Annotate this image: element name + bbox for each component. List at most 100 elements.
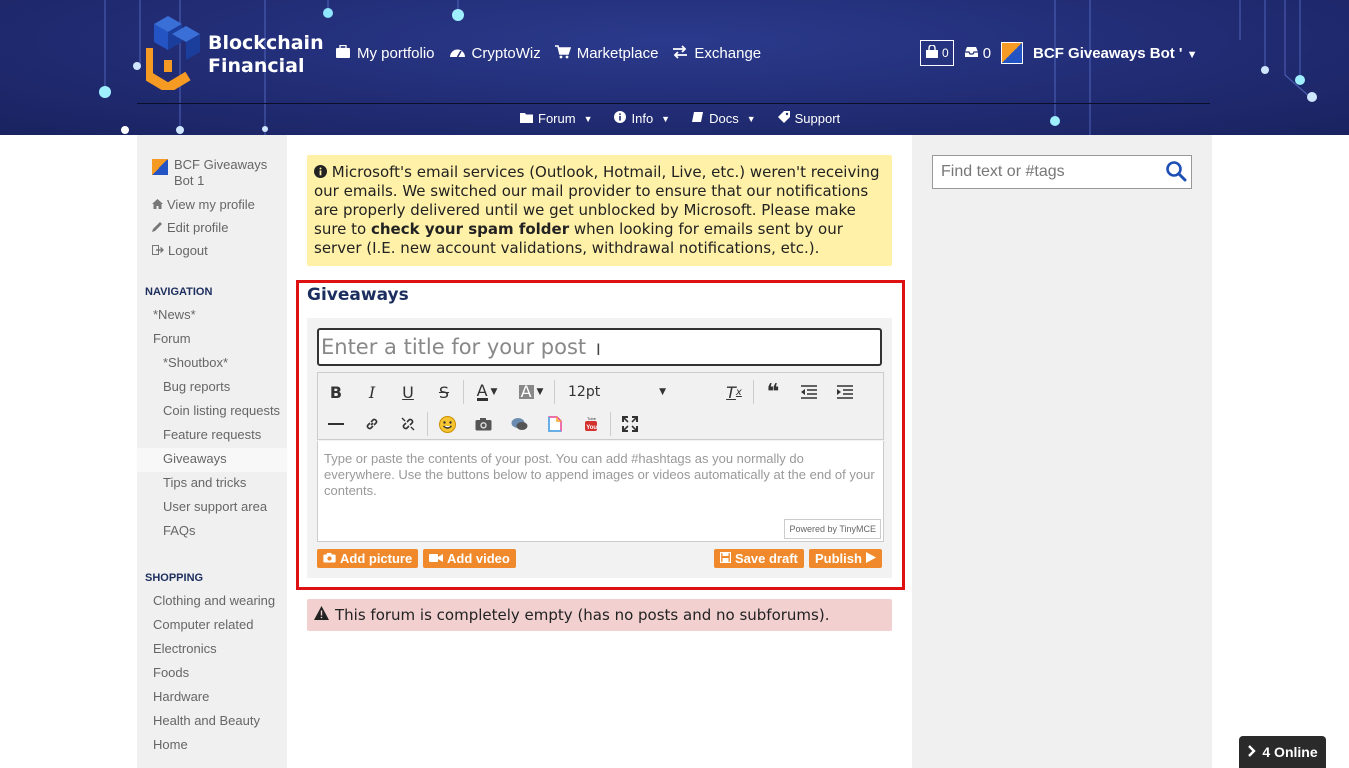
search-icon[interactable]: [1165, 160, 1187, 186]
camera-icon[interactable]: [465, 410, 501, 438]
sidebar-item-clothing[interactable]: Clothing and wearing: [137, 590, 287, 614]
indent-icon[interactable]: [827, 378, 863, 406]
profile-name-label: BCF Giveaways Bot 1: [174, 157, 268, 188]
publish-button[interactable]: Publish: [809, 549, 882, 568]
powered-by-tinymce[interactable]: Powered by TinyMCE: [784, 519, 881, 539]
tag-icon: [777, 111, 790, 126]
inbox-button[interactable]: 0: [964, 45, 991, 62]
svg-text:Tube: Tube: [587, 416, 597, 421]
nav-cryptowiz[interactable]: CryptoWiz: [449, 45, 541, 62]
post-body-editor[interactable]: Type or paste the contents of your post.…: [317, 441, 884, 542]
sidebar-item-foods[interactable]: Foods: [137, 662, 287, 686]
blockchain-financial-logo[interactable]: [146, 10, 206, 90]
nav-marketplace[interactable]: Marketplace: [554, 45, 658, 62]
email-notice: Microsoft's email services (Outlook, Hot…: [307, 155, 892, 266]
search-box: [932, 155, 1192, 189]
profile-name[interactable]: BCF Giveaways Bot 1: [152, 157, 287, 189]
chevron-right-icon: [1247, 744, 1257, 760]
sidebar-item-home[interactable]: Home: [137, 734, 287, 758]
sidebar-item-bug-reports[interactable]: Bug reports: [137, 376, 287, 400]
subnav-forum[interactable]: Forum ▼: [520, 111, 592, 126]
body-placeholder: Type or paste the contents of your post.…: [324, 451, 875, 498]
brand-name[interactable]: Blockchain Financial: [208, 32, 324, 78]
edit-profile-link[interactable]: Edit profile: [152, 220, 287, 235]
horizontal-line-icon[interactable]: [318, 410, 354, 438]
link-icon[interactable]: [354, 410, 390, 438]
add-picture-button[interactable]: Add picture: [317, 549, 419, 568]
sidebar-item-news[interactable]: *News*: [137, 304, 287, 328]
nav-my-portfolio[interactable]: My portfolio: [335, 44, 435, 62]
empty-forum-text: This forum is completely empty (has no p…: [335, 606, 830, 624]
info-circle-icon: [614, 111, 627, 126]
youtube-icon[interactable]: You Tube: [573, 410, 609, 438]
user-avatar[interactable]: [1001, 42, 1024, 64]
nav-label: CryptoWiz: [471, 45, 541, 62]
caret-down-icon: ▼: [661, 113, 671, 124]
text-color-button[interactable]: A ▼: [465, 378, 509, 406]
exchange-icon: [672, 45, 688, 62]
bold-button[interactable]: B: [318, 378, 354, 406]
caret-down-icon: ▼: [659, 387, 666, 397]
sub-navigation: Forum ▼ Info ▼ Docs ▼ Support: [520, 111, 840, 126]
info-circle-icon: [314, 163, 327, 181]
subnav-support[interactable]: Support: [777, 111, 840, 126]
pencil-icon: [152, 220, 163, 235]
fullscreen-icon[interactable]: [612, 410, 648, 438]
subnav-info[interactable]: Info ▼: [614, 111, 670, 126]
button-label: Publish: [815, 551, 862, 566]
subnav-docs[interactable]: Docs ▼: [692, 111, 756, 126]
unlink-icon[interactable]: [390, 410, 426, 438]
toolbar-separator: [753, 380, 754, 404]
caret-down-icon: ▼: [536, 387, 544, 397]
search-input[interactable]: [933, 163, 1153, 181]
underline-button[interactable]: U: [390, 378, 426, 406]
online-users-button[interactable]: 4 Online: [1239, 736, 1326, 768]
sidebar-item-computer-related[interactable]: Computer related: [137, 614, 287, 638]
sidebar-item-electronics[interactable]: Electronics: [137, 638, 287, 662]
button-label: Add video: [447, 551, 510, 566]
emoticon-icon[interactable]: [429, 410, 465, 438]
sidebar-item-forum[interactable]: Forum: [137, 328, 287, 352]
add-video-button[interactable]: Add video: [423, 549, 516, 568]
view-profile-link[interactable]: View my profile: [152, 197, 287, 212]
save-draft-button[interactable]: Save draft: [714, 549, 804, 568]
video-chat-icon[interactable]: [501, 410, 537, 438]
sidebar-item-coin-listing-requests[interactable]: Coin listing requests: [137, 400, 287, 424]
sidebar-item-faqs[interactable]: FAQs: [137, 520, 287, 544]
shopping-cart-button[interactable]: 0: [920, 40, 954, 66]
toolbar-separator: [463, 380, 464, 404]
user-menu[interactable]: BCF Giveaways Bot ' ▼: [1033, 45, 1198, 62]
notice-bold-text: check your spam folder: [370, 220, 570, 238]
shopping-heading: SHOPPING: [145, 572, 204, 584]
user-bar: 0 0 BCF Giveaways Bot ' ▼: [920, 40, 1198, 66]
sidebar-item-hardware[interactable]: Hardware: [137, 686, 287, 710]
toolbar-separator: [610, 412, 611, 436]
nav-label: Exchange: [694, 45, 762, 62]
toolbar-separator: [427, 412, 428, 436]
sidebar-item-shoutbox[interactable]: *Shoutbox*: [137, 352, 287, 376]
link-label: Edit profile: [167, 220, 229, 235]
sidebar-item-tips-and-tricks[interactable]: Tips and tricks: [137, 472, 287, 496]
sidebar-item-giveaways[interactable]: Giveaways: [137, 448, 287, 472]
floppy-disk-icon: [719, 551, 732, 566]
button-label: Add picture: [340, 551, 413, 566]
video-camera-icon: [429, 551, 443, 566]
font-size-select[interactable]: 12pt ▼: [556, 378, 716, 406]
blockquote-icon[interactable]: ❝: [755, 378, 791, 406]
outdent-icon[interactable]: [791, 378, 827, 406]
editor-toolbar: B I U S A ▼ A ▼ 12pt ▼ Tx ❝ You Tube: [317, 372, 884, 440]
document-icon[interactable]: [537, 410, 573, 438]
toolbar-row-2: You Tube: [318, 408, 648, 440]
sidebar-item-user-support-area[interactable]: User support area: [137, 496, 287, 520]
inbox-icon: [964, 45, 979, 62]
background-color-button[interactable]: A ▼: [509, 378, 553, 406]
nav-exchange[interactable]: Exchange: [672, 45, 761, 62]
sidebar-item-feature-requests[interactable]: Feature requests: [137, 424, 287, 448]
empty-forum-alert: This forum is completely empty (has no p…: [307, 599, 892, 631]
folder-icon: [520, 111, 533, 126]
sidebar-item-health-beauty[interactable]: Health and Beauty: [137, 710, 287, 734]
logout-link[interactable]: Logout: [152, 243, 287, 258]
strikethrough-button[interactable]: S: [426, 378, 462, 406]
italic-button[interactable]: I: [354, 378, 390, 406]
clear-formatting-button[interactable]: Tx: [716, 378, 752, 406]
